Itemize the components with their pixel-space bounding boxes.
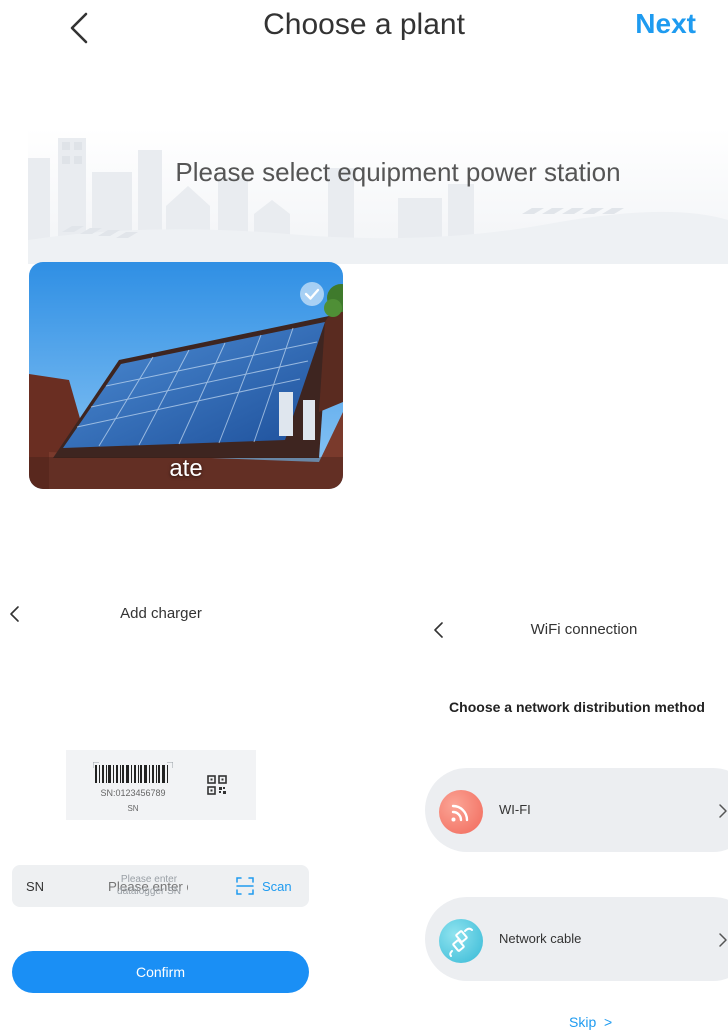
banner-text: Please select equipment power station	[175, 157, 621, 187]
city-skyline-illustration	[28, 128, 728, 264]
scan-label: Scan	[262, 878, 292, 894]
wifi-method-label: WI-FI	[499, 802, 531, 817]
wifi-method-icon-badge	[439, 790, 483, 834]
skip-link[interactable]: Skip >	[569, 1014, 612, 1030]
page-title: Choose a plant	[263, 8, 465, 41]
plant-card[interactable]: ate	[29, 262, 343, 489]
wifi-signal-icon	[451, 804, 469, 822]
wifi-method-option[interactable]: WI-FI	[425, 768, 728, 852]
check-circle-icon	[300, 282, 324, 306]
distribution-method-heading: Choose a network distribution method	[449, 699, 705, 715]
plant-name: ate	[169, 455, 203, 482]
sn-label: SN	[26, 879, 45, 894]
datalogger-sn-input[interactable]	[108, 871, 188, 901]
next-button[interactable]: Next	[635, 8, 696, 40]
sn-input-row: SN Please enter datalogger SN Scan	[12, 865, 309, 907]
network-cable-method-label: Network cable	[499, 931, 582, 946]
sample-serial-number: SN:0123456789	[100, 788, 166, 798]
confirm-button[interactable]: Confirm	[12, 951, 309, 993]
wifi-connection-title: WiFi connection	[530, 621, 638, 638]
chevron-right-icon	[719, 933, 727, 947]
network-cable-icon	[449, 927, 473, 957]
network-cable-method-option[interactable]: Network cable	[425, 897, 728, 981]
scan-frame-icon	[236, 877, 254, 895]
sample-caption: SN	[127, 804, 139, 813]
cable-method-icon-badge	[439, 919, 483, 963]
chevron-right-icon	[719, 804, 727, 818]
barcode-illustration	[93, 762, 173, 783]
scan-button[interactable]: Scan	[236, 876, 292, 896]
station-banner: Please select equipment power station	[28, 128, 728, 264]
add-charger-title: Add charger	[120, 605, 202, 622]
sn-example-card: SN:0123456789 SN	[66, 750, 256, 820]
qr-code-icon	[207, 775, 227, 795]
